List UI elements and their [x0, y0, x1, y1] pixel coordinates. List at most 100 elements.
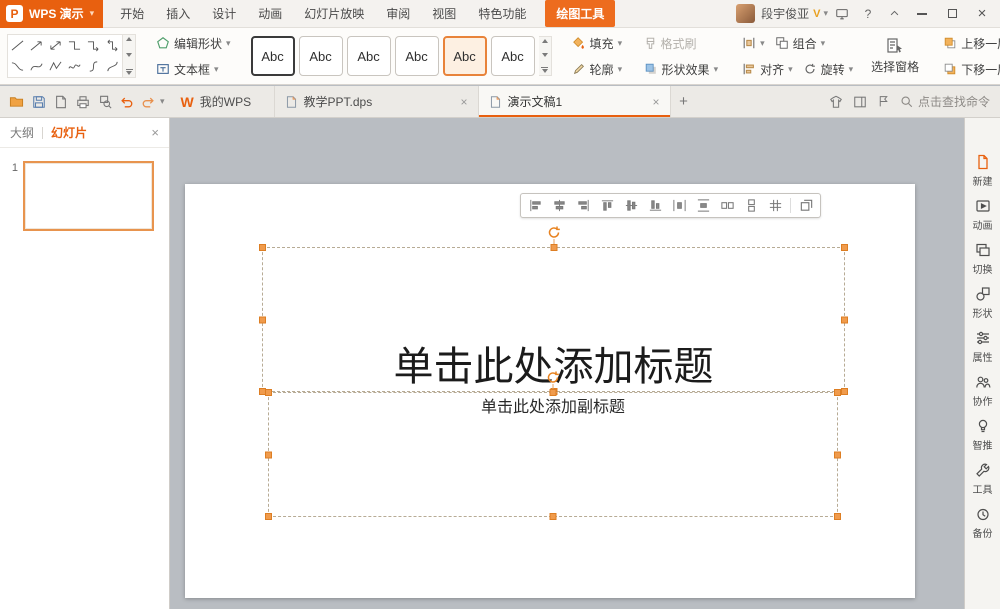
tab-special-features[interactable]: 特色功能	[467, 0, 537, 27]
resize-handle[interactable]	[259, 316, 266, 323]
resize-handle[interactable]	[841, 244, 848, 251]
distribute-horizontal-icon[interactable]	[667, 195, 691, 217]
resize-handle[interactable]	[265, 389, 272, 396]
close-tab-icon[interactable]: ×	[461, 95, 468, 109]
rotate-handle-icon[interactable]	[546, 370, 561, 385]
shape-style-preset[interactable]: Abc	[347, 36, 391, 76]
format-painter-button[interactable]: 格式刷	[640, 32, 701, 55]
align-middle-v-icon[interactable]	[619, 195, 643, 217]
outline-button[interactable]: 轮廓▾	[568, 58, 638, 81]
sidebar-item-collaborate[interactable]: 协作	[965, 374, 1000, 408]
save-icon[interactable]	[28, 91, 49, 113]
tab-start[interactable]: 开始	[109, 0, 155, 27]
tab-slideshow[interactable]: 幻灯片放映	[293, 0, 375, 27]
editing-canvas[interactable]: 单击此处添加标题 单击此处添加副标题	[170, 118, 964, 609]
sidebar-item-tools[interactable]: 工具	[965, 462, 1000, 496]
scroll-down-icon[interactable]	[126, 53, 132, 57]
rotate-button[interactable]: 旋转▾	[799, 58, 858, 81]
shape-style-preset[interactable]: Abc	[299, 36, 343, 76]
align-left-icon[interactable]	[523, 195, 547, 217]
scroll-up-icon[interactable]	[542, 39, 548, 43]
send-backward-button[interactable]: 下移一层▾	[939, 58, 1000, 81]
scroll-up-icon[interactable]	[126, 37, 132, 41]
resize-handle[interactable]	[834, 451, 841, 458]
sidebar-item-properties[interactable]: 属性	[965, 330, 1000, 364]
subtitle-placeholder[interactable]: 单击此处添加副标题	[268, 392, 838, 517]
wps-logo-menu[interactable]: P WPS 演示 ▾	[0, 0, 103, 28]
resize-handle[interactable]	[550, 513, 557, 520]
shape-style-preset-selected[interactable]: Abc	[443, 36, 487, 76]
resize-handle[interactable]	[265, 513, 272, 520]
gallery-more-icon[interactable]	[541, 67, 548, 73]
print-icon[interactable]	[72, 91, 93, 113]
export-icon[interactable]	[50, 91, 71, 113]
skin-icon[interactable]	[829, 95, 843, 109]
scribble-icon[interactable]	[65, 56, 84, 77]
curve-icon[interactable]	[27, 56, 46, 77]
shape-effects-button[interactable]: 形状效果▾	[640, 58, 723, 81]
s-curve-2-icon[interactable]	[103, 56, 122, 77]
tab-drawing-tools[interactable]: 绘图工具	[545, 0, 615, 27]
sidebar-item-transition[interactable]: 切换	[965, 242, 1000, 276]
curved-connector-icon[interactable]	[8, 56, 27, 77]
snap-rotate-icon[interactable]	[794, 195, 818, 217]
edit-shape-button[interactable]: 编辑形状▾	[152, 32, 235, 55]
double-arrow-icon[interactable]	[46, 35, 65, 56]
s-curve-icon[interactable]	[84, 56, 103, 77]
tab-review[interactable]: 审阅	[375, 0, 421, 27]
tab-my-wps[interactable]: W 我的WPS	[171, 86, 275, 117]
resize-handle[interactable]	[259, 244, 266, 251]
elbow-double-arrow-icon[interactable]	[103, 35, 122, 56]
help-icon[interactable]: ?	[856, 3, 880, 25]
close-tab-icon[interactable]: ×	[653, 95, 660, 109]
shape-style-preset[interactable]: Abc	[395, 36, 439, 76]
sidebar-item-backup[interactable]: 备份	[965, 506, 1000, 540]
align-right-icon[interactable]	[571, 195, 595, 217]
sidebar-item-smart[interactable]: 智推	[965, 418, 1000, 452]
scroll-down-icon[interactable]	[542, 53, 548, 57]
tab-view[interactable]: 视图	[421, 0, 467, 27]
open-folder-icon[interactable]	[6, 91, 27, 113]
equal-height-icon[interactable]	[739, 195, 763, 217]
maximize-button[interactable]	[938, 0, 966, 28]
shape-style-preset[interactable]: Abc	[251, 36, 295, 76]
sidebar-item-shapes[interactable]: 形状	[965, 286, 1000, 320]
align-top-icon[interactable]	[595, 195, 619, 217]
shape-style-preset[interactable]: Abc	[491, 36, 535, 76]
sidebar-item-animation[interactable]: 动画	[965, 198, 1000, 232]
distribute-vertical-icon[interactable]	[691, 195, 715, 217]
resize-handle[interactable]	[834, 513, 841, 520]
close-panel-icon[interactable]: ×	[151, 125, 159, 140]
resize-handle[interactable]	[550, 389, 557, 396]
text-box-button[interactable]: 文本框▾	[152, 58, 235, 81]
bring-forward-button[interactable]: 上移一层▾	[939, 32, 1000, 55]
tab-document-1[interactable]: 教学PPT.dps ×	[275, 86, 479, 117]
elbow-arrow-connector-icon[interactable]	[84, 35, 103, 56]
line-icon[interactable]	[8, 35, 27, 56]
rotate-handle-icon[interactable]	[546, 225, 561, 240]
slide-thumbnail-selected[interactable]	[23, 161, 154, 231]
find-command-search[interactable]: 点击查找命令	[900, 93, 990, 110]
redo-caret-icon[interactable]: ▾	[160, 96, 165, 107]
print-preview-icon[interactable]	[94, 91, 115, 113]
arrow-icon[interactable]	[27, 35, 46, 56]
selection-pane-button[interactable]: 选择窗格	[867, 32, 923, 81]
sidebar-item-new[interactable]: 新建	[965, 154, 1000, 188]
slide-surface[interactable]: 单击此处添加标题 单击此处添加副标题	[185, 184, 915, 598]
redo-icon[interactable]	[138, 91, 159, 113]
user-name[interactable]: 段宇俊亚	[761, 5, 809, 22]
grid-align-icon[interactable]	[763, 195, 787, 217]
align-bottom-icon[interactable]	[643, 195, 667, 217]
minimize-button[interactable]	[908, 0, 936, 28]
group-button[interactable]: 组合▾	[771, 32, 830, 55]
gallery-more-icon[interactable]	[126, 69, 133, 75]
panel-layout-icon[interactable]	[853, 95, 867, 109]
resize-handle[interactable]	[265, 451, 272, 458]
distribute-button[interactable]: ▾	[738, 32, 769, 55]
tab-slides[interactable]: 幻灯片	[51, 124, 87, 141]
tab-animation[interactable]: 动画	[247, 0, 293, 27]
freeform-icon[interactable]	[46, 56, 65, 77]
tab-document-active[interactable]: 演示文稿1 ×	[479, 86, 671, 117]
resize-handle[interactable]	[550, 244, 557, 251]
resize-handle[interactable]	[834, 389, 841, 396]
